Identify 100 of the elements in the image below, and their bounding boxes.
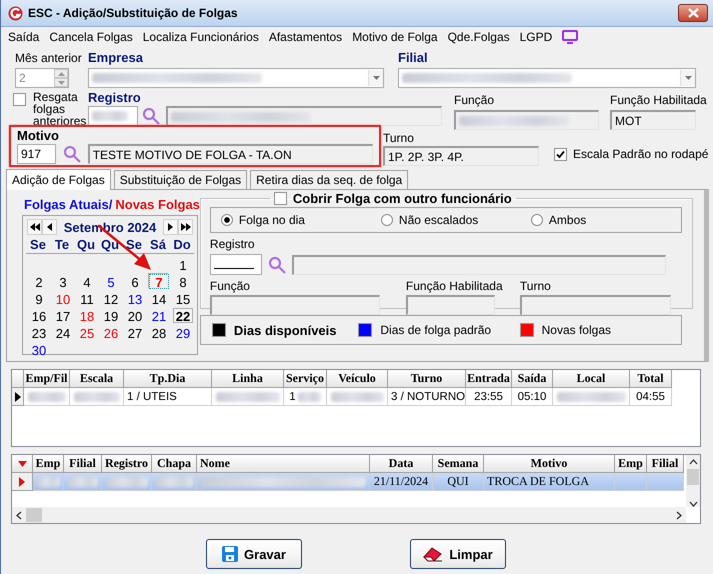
- calendar-day[interactable]: 13: [125, 291, 145, 306]
- table-cell: QUI: [447, 474, 469, 489]
- menu-item[interactable]: Cancela Folgas: [49, 30, 133, 44]
- table-cell: 21/11/2024: [374, 474, 428, 489]
- column-header[interactable]: Registro: [102, 455, 152, 473]
- column-header[interactable]: Entrada: [466, 370, 512, 388]
- table-cell: 1: [289, 390, 296, 402]
- calendar-day[interactable]: 25: [77, 325, 97, 340]
- column-header[interactable]: Emp/Fil: [24, 370, 70, 388]
- radio-label: Folga no dia: [238, 213, 305, 227]
- calendar-day[interactable]: 8: [173, 274, 193, 289]
- column-header[interactable]: Nome: [197, 455, 370, 473]
- calendar-day[interactable]: 17: [53, 308, 73, 323]
- field-label: Motivo: [17, 129, 59, 143]
- calendar-day[interactable]: 6: [125, 274, 145, 289]
- column-header[interactable]: Filial: [64, 455, 102, 473]
- calendar-day[interactable]: 28: [149, 325, 169, 340]
- calendar-day[interactable]: 9: [29, 291, 49, 306]
- input-field: 1P. 2P. 3P. 4P.: [383, 146, 539, 166]
- legend-title: Folgas Atuais/: [24, 197, 112, 212]
- menu-item[interactable]: Motivo de Folga: [352, 30, 438, 44]
- tab[interactable]: Retira dias da seq. de folga: [250, 170, 408, 189]
- calendar-day[interactable]: 21: [149, 308, 169, 323]
- column-header[interactable]: Chapa: [152, 455, 197, 473]
- save-button[interactable]: Gravar: [206, 539, 302, 569]
- calendar-day[interactable]: 24: [53, 325, 73, 340]
- calendar-day[interactable]: 10: [53, 291, 73, 306]
- column-header[interactable]: Total: [630, 370, 672, 388]
- table-cell: 23:55: [474, 390, 503, 402]
- column-header[interactable]: Veículo: [327, 370, 388, 388]
- table-row[interactable]: 21/11/2024 QUI TROCA DE FOLGA: [12, 473, 684, 491]
- column-header[interactable]: Filial: [647, 455, 684, 473]
- calendar-day[interactable]: 30: [29, 342, 49, 357]
- weekday-label: Se: [125, 236, 143, 254]
- field-label: Registro: [210, 237, 255, 251]
- column-header[interactable]: Serviço: [284, 370, 327, 388]
- menu-item[interactable]: LGPD: [520, 30, 552, 44]
- legend-label: Novas folgas: [542, 323, 611, 337]
- column-header[interactable]: Linha: [212, 370, 284, 388]
- column-header[interactable]: Semana: [433, 455, 484, 473]
- tab[interactable]: Adição de Folgas: [6, 169, 111, 190]
- calendar-day[interactable]: 20: [125, 308, 145, 323]
- menu-item[interactable]: Afastamentos: [268, 30, 342, 44]
- calendar-day[interactable]: 3: [53, 274, 73, 289]
- calendar-day[interactable]: 1: [173, 257, 193, 272]
- menu-item[interactable]: Saída: [8, 30, 40, 44]
- table-cell: 05:10: [518, 390, 546, 402]
- calendar-day[interactable]: 11: [77, 291, 97, 306]
- column-header[interactable]: Local: [553, 370, 630, 388]
- calendar-day[interactable]: 29: [173, 325, 193, 340]
- calendar-day[interactable]: 4: [77, 274, 97, 289]
- weekday-label: Qu: [76, 236, 96, 254]
- field-label: Empresa: [88, 51, 144, 65]
- checkbox-label: Resgata folgas anteriores: [33, 91, 85, 127]
- calendar-day[interactable]: 7: [149, 274, 169, 289]
- column-header[interactable]: Data: [370, 455, 433, 473]
- column-header[interactable]: Emp: [615, 455, 647, 473]
- column-header[interactable]: Motivo: [484, 455, 615, 473]
- menu-item[interactable]: Localiza Funcionários: [142, 30, 259, 44]
- calendar-day[interactable]: 14: [149, 291, 169, 306]
- field-label: Função: [454, 93, 496, 107]
- table-cell: TROCA DE FOLGA: [487, 474, 590, 489]
- menu-item[interactable]: Qde.Folgas: [448, 30, 510, 44]
- column-header[interactable]: Tp.Dia: [124, 370, 212, 388]
- calendar-day[interactable]: 5: [101, 274, 121, 289]
- calendar-day[interactable]: 19: [101, 308, 121, 323]
- legend-title: Novas Folgas: [115, 197, 200, 212]
- clear-button[interactable]: Limpar: [410, 539, 506, 569]
- calendar-day[interactable]: 18: [77, 308, 97, 323]
- calendar-day[interactable]: 26: [101, 325, 121, 340]
- field-label: Mês anterior: [15, 51, 83, 65]
- field-label: Turno: [520, 279, 552, 293]
- field-label: Registro: [88, 91, 142, 105]
- radio-label: Não escalados: [398, 213, 478, 227]
- input-field: TESTE MOTIVO DE FOLGA - TA.ON: [88, 144, 373, 164]
- window-title: ESC - Adição/Substituição de Folgas: [28, 6, 239, 20]
- calendar-day[interactable]: 15: [173, 291, 193, 306]
- calendar-day[interactable]: 2: [29, 274, 49, 289]
- calendar-day[interactable]: 12: [101, 291, 121, 306]
- legend-label: Dias de folga padrão: [380, 323, 492, 337]
- calendar-day[interactable]: 23: [29, 325, 49, 340]
- column-header[interactable]: Emp: [33, 455, 64, 473]
- column-header[interactable]: Turno: [388, 370, 466, 388]
- field-label: Função Habilitada: [610, 93, 707, 107]
- tab[interactable]: Substituição de Folgas: [114, 170, 248, 189]
- table-cell: 04:55: [636, 390, 665, 402]
- table-cell: 3 / NOTURNO: [391, 390, 465, 402]
- field-label: Turno: [383, 131, 415, 145]
- weekday-label: Te: [54, 236, 70, 254]
- checkbox-label: Escala Padrão no rodapé: [573, 147, 708, 161]
- weekday-label: Qu: [100, 236, 120, 254]
- checkbox-label: Cobrir Folga com outro funcionário: [292, 191, 512, 206]
- calendar-day[interactable]: 22: [173, 308, 193, 323]
- column-header[interactable]: Saída: [512, 370, 553, 388]
- weekday-label: Sá: [149, 236, 167, 254]
- radio-label: Ambos: [548, 213, 586, 227]
- input-field[interactable]: 917: [17, 144, 56, 164]
- column-header[interactable]: Escala: [70, 370, 124, 388]
- calendar-day[interactable]: 16: [29, 308, 49, 323]
- calendar-day[interactable]: 27: [125, 325, 145, 340]
